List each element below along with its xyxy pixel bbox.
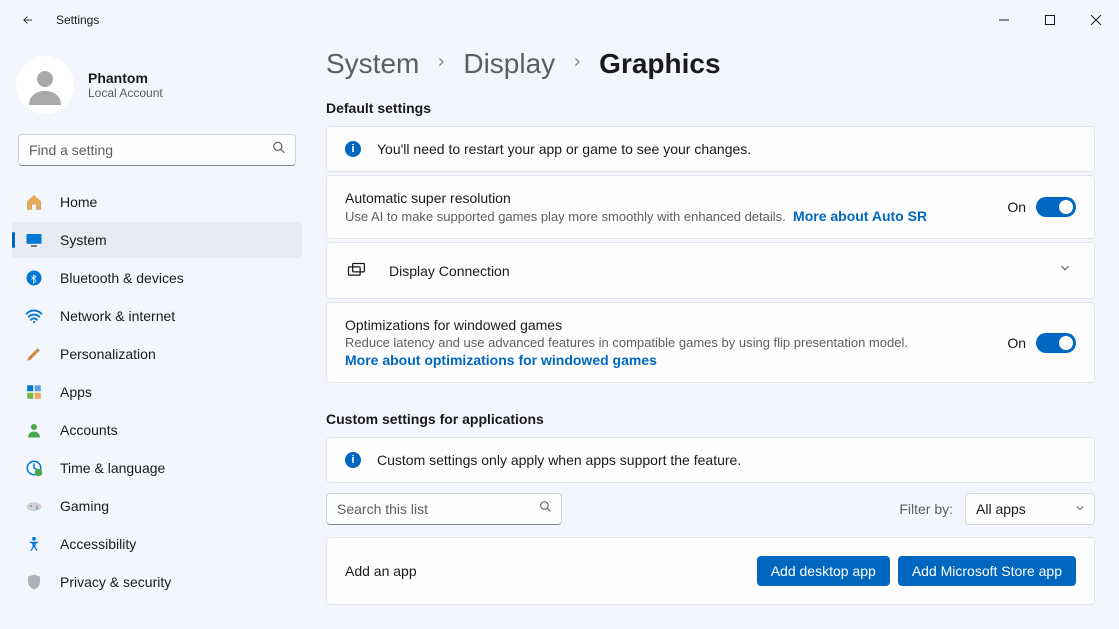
windowed-optim-toggle[interactable] (1036, 333, 1076, 353)
paintbrush-icon (24, 344, 44, 364)
filter-by-label: Filter by: (899, 501, 953, 517)
close-button[interactable] (1073, 4, 1119, 36)
filter-value: All apps (976, 501, 1026, 517)
display-connection-icon (345, 260, 367, 282)
nav-label: Home (60, 194, 97, 210)
nav-privacy-security[interactable]: Privacy & security (12, 564, 302, 600)
chevron-right-icon (435, 55, 447, 73)
add-store-app-button[interactable]: Add Microsoft Store app (898, 556, 1076, 586)
nav-home[interactable]: Home (12, 184, 302, 220)
crumb-system[interactable]: System (326, 48, 419, 80)
nav-system[interactable]: System (12, 222, 302, 258)
chevron-down-icon (1074, 501, 1086, 517)
nav-gaming[interactable]: Gaming (12, 488, 302, 524)
person-icon (24, 420, 44, 440)
user-name: Phantom (88, 70, 163, 86)
minimize-button[interactable] (981, 4, 1027, 36)
back-button[interactable] (16, 8, 40, 32)
wifi-icon (24, 306, 44, 326)
settings-search-input[interactable] (18, 134, 296, 166)
nav-label: Time & language (60, 460, 165, 476)
toggle-state: On (1007, 335, 1026, 351)
sidebar: Phantom Local Account Home System Blueto… (0, 40, 310, 629)
sidebar-search (18, 134, 296, 166)
nav-label: Bluetooth & devices (60, 270, 184, 286)
card-desc: Use AI to make supported games play more… (345, 208, 991, 224)
add-desktop-app-button[interactable]: Add desktop app (757, 556, 890, 586)
nav-accessibility[interactable]: Accessibility (12, 526, 302, 562)
nav-personalization[interactable]: Personalization (12, 336, 302, 372)
apps-icon (24, 382, 44, 402)
nav-label: Network & internet (60, 308, 175, 324)
card-title: Display Connection (389, 263, 1038, 279)
nav-label: Accounts (60, 422, 118, 438)
card-desc: Reduce latency and use advanced features… (345, 335, 991, 350)
nav-label: System (60, 232, 107, 248)
info-icon: i (345, 452, 361, 468)
auto-sr-learn-more-link[interactable]: More about Auto SR (793, 208, 927, 224)
info-restart-card: i You'll need to restart your app or gam… (326, 126, 1095, 172)
gamepad-icon (24, 496, 44, 516)
info-text: You'll need to restart your app or game … (377, 141, 751, 157)
app-list-controls: Filter by: All apps (326, 493, 1095, 525)
section-default-settings: Default settings (326, 100, 1095, 116)
home-icon (24, 192, 44, 212)
accessibility-icon (24, 534, 44, 554)
nav-label: Accessibility (60, 536, 136, 552)
titlebar: Settings (0, 0, 1119, 40)
info-text: Custom settings only apply when apps sup… (377, 452, 741, 468)
app-list-search-input[interactable] (326, 493, 562, 525)
windowed-optim-card: Optimizations for windowed games Reduce … (326, 302, 1095, 383)
breadcrumb: System Display Graphics (326, 48, 1095, 80)
chevron-right-icon (571, 55, 583, 73)
nav-list: Home System Bluetooth & devices Network … (12, 184, 302, 600)
clock-globe-icon (24, 458, 44, 478)
nav-label: Gaming (60, 498, 109, 514)
toggle-state: On (1007, 199, 1026, 215)
shield-icon (24, 572, 44, 592)
nav-time-language[interactable]: Time & language (12, 450, 302, 486)
user-block[interactable]: Phantom Local Account (12, 44, 302, 134)
info-icon: i (345, 141, 361, 157)
card-title: Automatic super resolution (345, 190, 991, 206)
add-app-card: Add an app Add desktop app Add Microsoft… (326, 537, 1095, 605)
bluetooth-icon (24, 268, 44, 288)
user-account-type: Local Account (88, 86, 163, 100)
avatar (16, 56, 74, 114)
maximize-button[interactable] (1027, 4, 1073, 36)
chevron-down-icon[interactable] (1054, 257, 1076, 284)
filter-dropdown[interactable]: All apps (965, 493, 1095, 525)
info-custom-card: i Custom settings only apply when apps s… (326, 437, 1095, 483)
nav-network[interactable]: Network & internet (12, 298, 302, 334)
nav-apps[interactable]: Apps (12, 374, 302, 410)
display-connection-card[interactable]: Display Connection (326, 242, 1095, 299)
add-app-title: Add an app (345, 563, 417, 579)
auto-sr-card: Automatic super resolution Use AI to mak… (326, 175, 1095, 239)
auto-sr-toggle[interactable] (1036, 197, 1076, 217)
card-title: Optimizations for windowed games (345, 317, 991, 333)
windowed-optim-learn-more-link[interactable]: More about optimizations for windowed ga… (345, 352, 991, 368)
main-content: System Display Graphics Default settings… (310, 40, 1119, 629)
window-controls (981, 4, 1119, 36)
system-icon (24, 230, 44, 250)
crumb-display[interactable]: Display (463, 48, 555, 80)
nav-label: Privacy & security (60, 574, 171, 590)
crumb-graphics: Graphics (599, 48, 720, 80)
window-title: Settings (56, 13, 99, 27)
nav-label: Apps (60, 384, 92, 400)
nav-bluetooth[interactable]: Bluetooth & devices (12, 260, 302, 296)
nav-label: Personalization (60, 346, 156, 362)
section-custom-settings: Custom settings for applications (326, 411, 1095, 427)
nav-accounts[interactable]: Accounts (12, 412, 302, 448)
